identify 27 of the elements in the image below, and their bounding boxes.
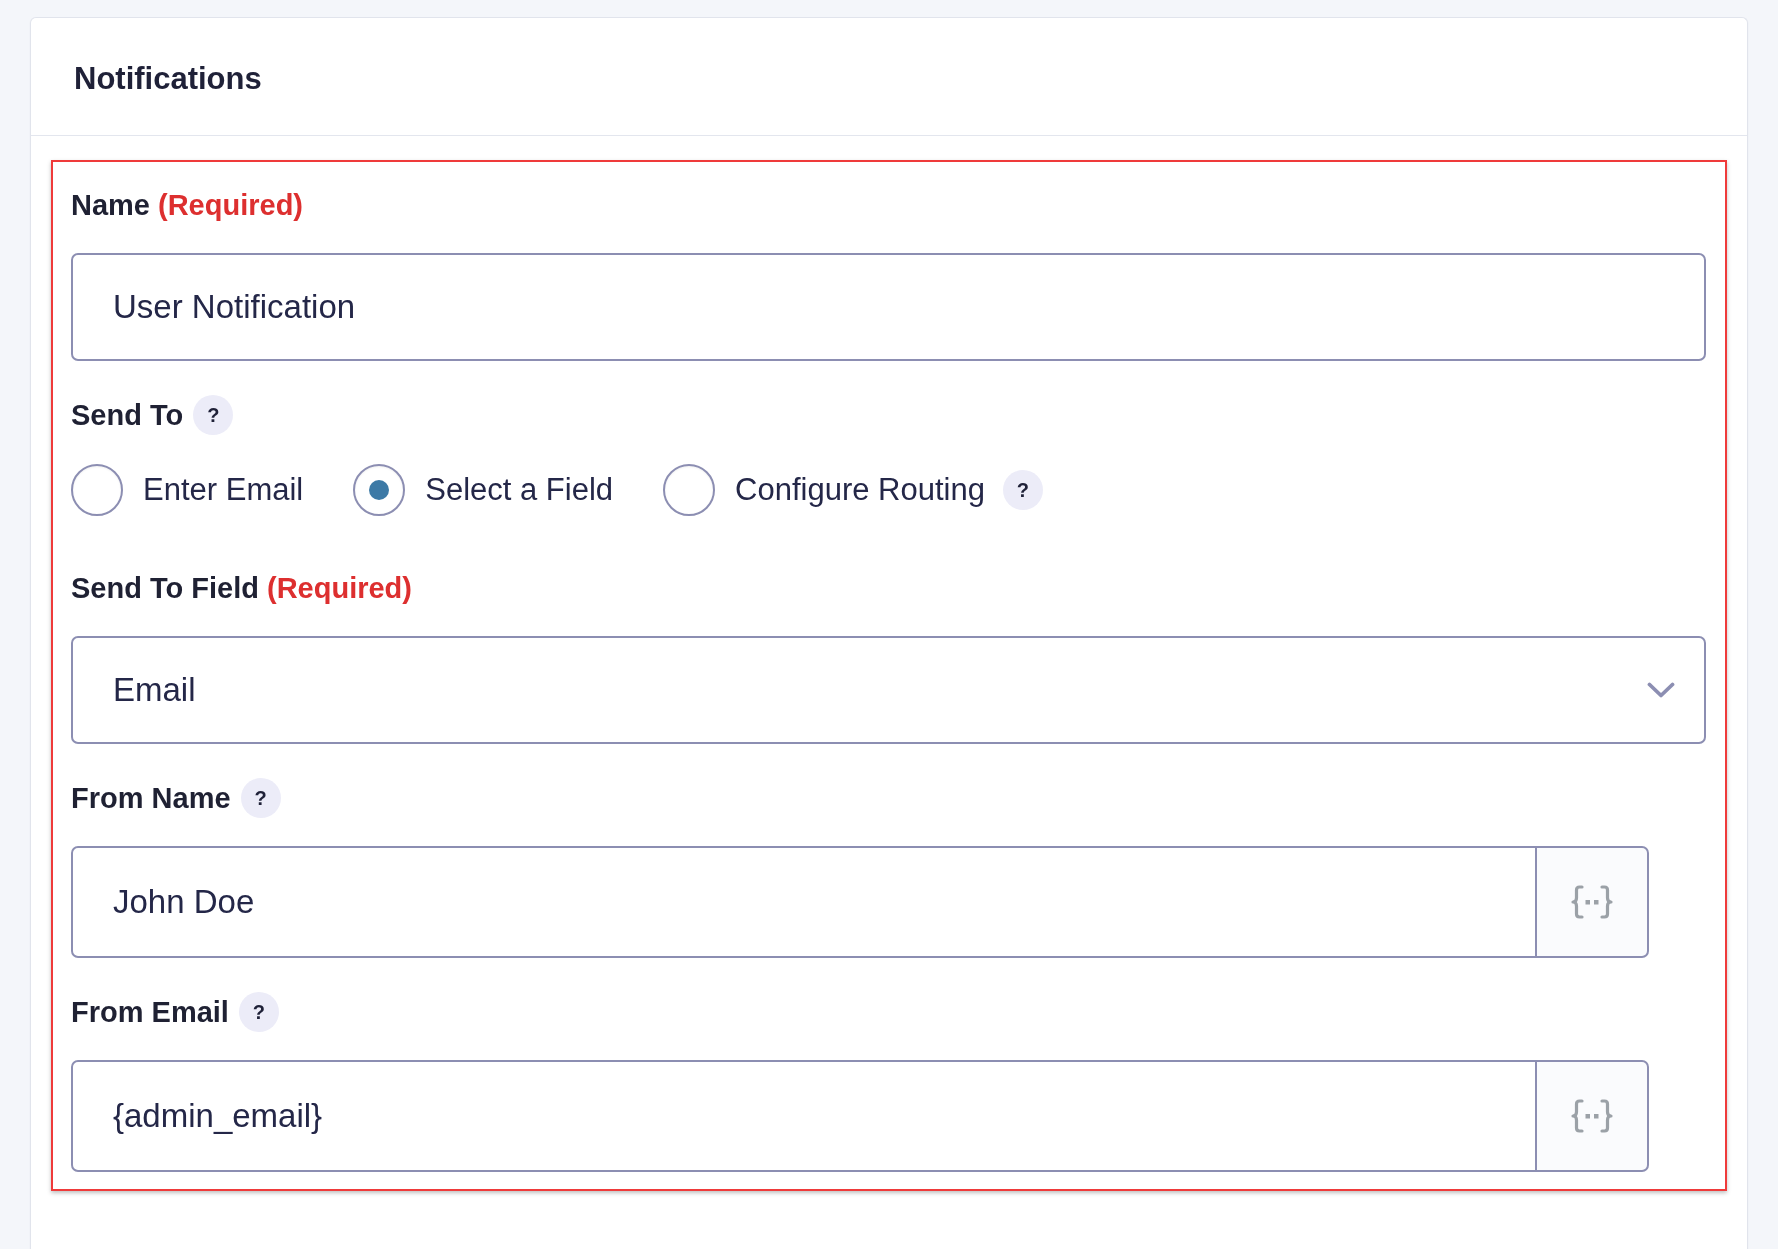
radio-label: Configure Routing: [735, 472, 985, 508]
text-input[interactable]: {admin_email}: [71, 1060, 1537, 1172]
required-note: (Required): [266, 571, 412, 606]
chevron-down-icon: [1647, 681, 1675, 699]
radio-button[interactable]: [353, 464, 406, 516]
merge-tag-button[interactable]: [1537, 1060, 1649, 1172]
help-button[interactable]: ?: [1002, 470, 1043, 510]
select-field[interactable]: Email: [71, 636, 1706, 744]
radio-label: Select a Field: [425, 472, 614, 508]
radio-button[interactable]: [663, 464, 716, 516]
radio-label: Enter Email: [143, 472, 304, 508]
field-label: From Name: [71, 781, 231, 816]
field-label: Send To Field: [71, 571, 259, 606]
help-button[interactable]: ?: [193, 395, 234, 435]
help-button[interactable]: ?: [238, 992, 279, 1032]
field-label: Name: [71, 188, 150, 223]
field-label: From Email: [71, 995, 229, 1030]
braces-icon: [1571, 885, 1613, 919]
radio-button[interactable]: [71, 464, 123, 516]
card-title: Notifications: [74, 59, 262, 98]
text-input[interactable]: User Notification: [71, 253, 1706, 361]
braces-icon: [1571, 1099, 1613, 1133]
merge-tag-button[interactable]: [1537, 846, 1649, 958]
help-button[interactable]: ?: [240, 778, 281, 818]
text-input[interactable]: John Doe: [71, 846, 1537, 958]
field-label: Send To: [71, 398, 184, 433]
required-note: (Required): [158, 188, 303, 223]
